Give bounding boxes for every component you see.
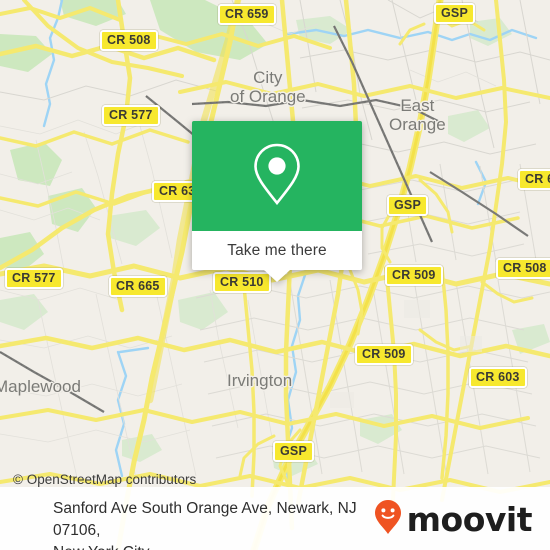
card-pin-area (192, 121, 362, 231)
take-me-there-label: Take me there (227, 241, 327, 259)
road-shield: CR 510 (213, 272, 271, 293)
moovit-map-screenshot: .rd { stroke:#f5e96f; fill:none; stroke-… (0, 0, 550, 550)
address-line-2: New York City (53, 542, 403, 550)
take-me-there-button[interactable]: Take me there (192, 231, 362, 282)
location-popup-card[interactable]: Take me there (192, 121, 362, 282)
road-shield: CR 659 (218, 4, 276, 25)
road-shield: CR 508 (496, 258, 550, 279)
card-pointer-tail (264, 270, 290, 282)
address-text: Sanford Ave South Orange Ave, Newark, NJ… (53, 498, 403, 550)
road-shield: GSP (434, 3, 475, 24)
road-shield: CR 509 (355, 344, 413, 365)
moovit-logo[interactable]: moovit (374, 499, 533, 540)
moovit-smiley-pin-icon (374, 499, 402, 540)
footer-bar: Sanford Ave South Orange Ave, Newark, NJ… (0, 487, 550, 550)
road-shield: CR 509 (385, 265, 443, 286)
road-shield: CR 603 (469, 367, 527, 388)
road-shield: CR 508 (100, 30, 158, 51)
road-shield: CR 577 (5, 268, 63, 289)
address-line-1: Sanford Ave South Orange Ave, Newark, NJ… (53, 500, 357, 539)
road-shield: CR 65 (518, 169, 550, 190)
map-pin-icon (250, 141, 304, 212)
road-shield: CR 665 (109, 276, 167, 297)
road-shield: GSP (387, 195, 428, 216)
moovit-wordmark: moovit (406, 499, 533, 539)
road-shield: GSP (273, 441, 314, 462)
road-shield: CR 577 (102, 105, 160, 126)
osm-attribution[interactable]: © OpenStreetMap contributors (13, 472, 196, 487)
